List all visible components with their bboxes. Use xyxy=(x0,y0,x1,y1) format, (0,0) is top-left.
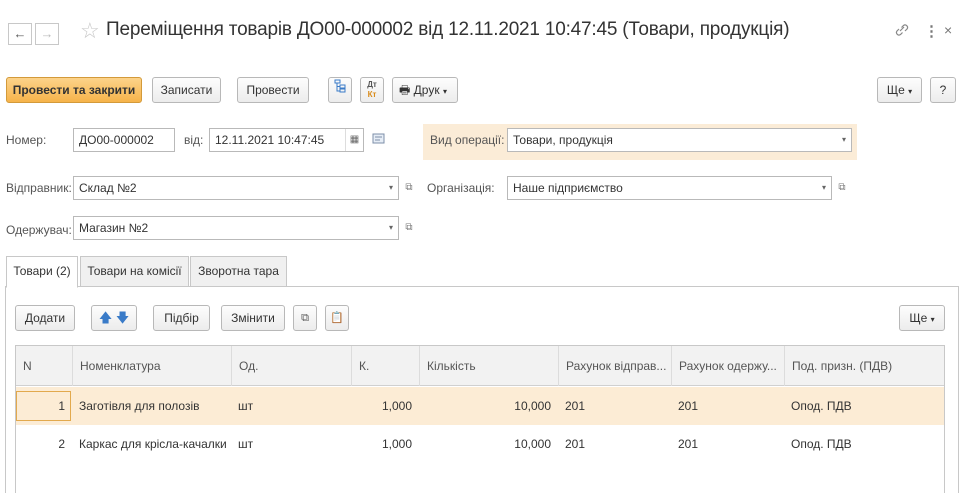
copy-button[interactable]: ⧉ xyxy=(293,305,317,331)
arrow-down-icon[interactable]: 🡇 xyxy=(116,310,129,325)
forward-button[interactable]: → xyxy=(35,23,59,45)
change-button[interactable]: Змінити xyxy=(221,305,285,331)
pick-button[interactable]: Підбір xyxy=(153,305,210,331)
date-field[interactable]: 12.11.2021 10:47:45 ▦ xyxy=(209,128,364,152)
debit-credit-icon: Дт Кт xyxy=(367,80,377,99)
column-header[interactable]: Под. призн. (ПДВ) xyxy=(784,346,944,386)
table-row[interactable]: 1 Заготівля для полозів шт 1,000 10,000 … xyxy=(16,387,944,425)
open-receiver-icon[interactable]: ⧉ xyxy=(401,217,417,239)
organization-field[interactable]: Наше підприємство ▾ xyxy=(507,176,832,200)
operation-field[interactable]: Товари, продукція ▾ xyxy=(507,128,852,152)
unit[interactable]: шт xyxy=(231,425,351,463)
operation-label: Вид операції: xyxy=(430,133,505,147)
favorite-star-icon[interactable]: ☆ xyxy=(80,18,100,44)
open-sender-icon[interactable]: ⧉ xyxy=(401,177,417,199)
account-to[interactable]: 201 xyxy=(671,425,784,463)
add-button[interactable]: Додати xyxy=(15,305,75,331)
goods-table: N Номенклатура Од. К. Кількість Рахунок … xyxy=(15,345,945,493)
vat-sign[interactable]: Опод. ПДВ xyxy=(784,425,944,463)
column-header[interactable]: К. xyxy=(351,346,419,386)
arrow-right-icon: → xyxy=(40,26,54,41)
quantity[interactable]: 10,000 xyxy=(419,387,558,425)
quantity[interactable]: 10,000 xyxy=(419,425,558,463)
receiver-label: Одержувач: xyxy=(6,223,72,237)
column-header[interactable]: Рахунок одержу... xyxy=(671,346,784,386)
link-icon[interactable] xyxy=(895,22,909,42)
calendar-icon[interactable]: ▦ xyxy=(345,129,363,151)
receiver-field[interactable]: Магазин №2 ▾ xyxy=(73,216,399,240)
close-icon[interactable]: × xyxy=(944,22,952,38)
print-button[interactable]: 🖶 Друк ▾ xyxy=(392,77,458,103)
sender-label: Відправник: xyxy=(6,181,72,195)
table-more-button[interactable]: Ще ▾ xyxy=(899,305,945,331)
column-header[interactable]: Рахунок відправ... xyxy=(558,346,671,386)
chevron-down-icon[interactable]: ▾ xyxy=(384,217,398,239)
table-header: N Номенклатура Од. К. Кількість Рахунок … xyxy=(16,346,944,386)
hierarchy-icon xyxy=(334,79,346,93)
arrow-up-icon[interactable]: 🡅 xyxy=(99,310,112,325)
tab-returnable-containers[interactable]: Зворотна тара xyxy=(190,256,287,287)
copy-icon: ⧉ xyxy=(301,312,309,324)
number-label: Номер: xyxy=(6,133,47,147)
tab-goods[interactable]: Товари (2) xyxy=(6,256,78,288)
column-header[interactable]: Од. xyxy=(231,346,351,386)
coefficient[interactable]: 1,000 xyxy=(351,387,419,425)
row-number[interactable]: 2 xyxy=(16,425,72,463)
number-field[interactable]: ДО00-000002 xyxy=(73,128,175,152)
more-vertical-icon[interactable]: ⋮ xyxy=(924,22,939,40)
organization-label: Організація: xyxy=(427,181,495,195)
chevron-down-icon[interactable]: ▾ xyxy=(837,129,851,151)
sender-field[interactable]: Склад №2 ▾ xyxy=(73,176,399,200)
paste-button[interactable]: 📋 xyxy=(325,305,349,331)
date-label: від: xyxy=(184,133,204,147)
account-from[interactable]: 201 xyxy=(558,425,671,463)
dt-kt-button[interactable]: Дт Кт xyxy=(360,77,384,103)
chevron-down-icon[interactable]: ▾ xyxy=(817,177,831,199)
more-button[interactable]: Ще ▾ xyxy=(877,77,922,103)
unit[interactable]: шт xyxy=(231,387,351,425)
help-button[interactable]: ? xyxy=(930,77,956,103)
post-button[interactable]: Провести xyxy=(237,77,309,103)
chevron-down-icon: ▾ xyxy=(908,87,913,96)
column-header[interactable]: Номенклатура xyxy=(72,346,231,386)
chevron-down-icon: ▾ xyxy=(442,87,447,96)
move-buttons[interactable]: 🡅 🡇 xyxy=(91,305,137,331)
column-header[interactable]: Кількість xyxy=(419,346,558,386)
item-name[interactable]: Каркас для крісла-качалки xyxy=(72,425,231,463)
column-header[interactable]: N xyxy=(16,346,72,386)
chevron-down-icon[interactable]: ▾ xyxy=(384,177,398,199)
save-button[interactable]: Записати xyxy=(152,77,221,103)
account-to[interactable]: 201 xyxy=(671,387,784,425)
row-number[interactable]: 1 xyxy=(16,387,72,425)
arrow-left-icon: ← xyxy=(13,26,27,41)
open-organization-icon[interactable]: ⧉ xyxy=(834,177,850,199)
tab-consignment-goods[interactable]: Товари на комісії xyxy=(80,256,189,287)
clipboard-icon: 📋 xyxy=(330,312,344,324)
coefficient[interactable]: 1,000 xyxy=(351,425,419,463)
item-name[interactable]: Заготівля для полозів xyxy=(72,387,231,425)
account-from[interactable]: 201 xyxy=(558,387,671,425)
vat-sign[interactable]: Опод. ПДВ xyxy=(784,387,944,425)
table-row[interactable]: 2 Каркас для крісла-качалки шт 1,000 10,… xyxy=(16,425,944,463)
structure-button[interactable] xyxy=(328,77,352,103)
back-button[interactable]: ← xyxy=(8,23,32,45)
page-title: Переміщення товарів ДО00-000002 від 12.1… xyxy=(106,19,790,40)
comment-icon[interactable] xyxy=(372,132,386,149)
printer-icon: 🖶 xyxy=(399,83,411,97)
chevron-down-icon: ▾ xyxy=(930,315,935,324)
post-and-close-button[interactable]: Провести та закрити xyxy=(6,77,142,103)
